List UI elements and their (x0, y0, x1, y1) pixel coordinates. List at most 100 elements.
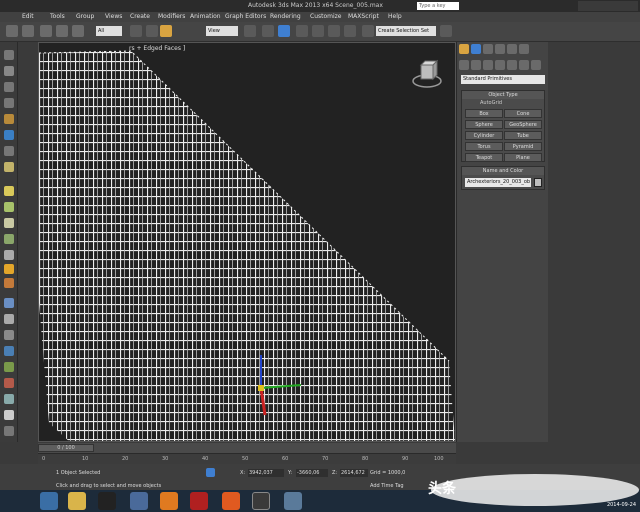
lights-icon[interactable] (483, 60, 493, 70)
tube-button[interactable]: Tube (504, 131, 542, 140)
select-move-icon[interactable] (160, 25, 172, 37)
teapot-button[interactable]: Teapot (465, 153, 503, 162)
geometry-icon[interactable] (459, 60, 469, 70)
menu-modifiers[interactable]: Modifiers (158, 13, 185, 20)
menu-graph-editors[interactable]: Graph Editors (225, 13, 266, 20)
tool-icon-15[interactable] (4, 278, 14, 288)
perspective-viewport[interactable]: rs + Edged Faces ] (38, 42, 456, 442)
display-tab-icon[interactable] (507, 44, 517, 54)
menu-customize[interactable]: Customize (310, 13, 342, 20)
search-input[interactable]: Type a key (417, 2, 459, 10)
geosphere-button[interactable]: GeoSphere (504, 120, 542, 129)
rotate-icon[interactable] (244, 25, 256, 37)
tool-icon-22[interactable] (4, 394, 14, 404)
shapes-icon[interactable] (471, 60, 481, 70)
3dsmax-icon[interactable] (252, 492, 270, 510)
undo-icon[interactable] (6, 25, 18, 37)
time-slider[interactable]: 0 / 100 (38, 443, 456, 453)
primitive-category-dropdown[interactable]: Standard Primitives (461, 75, 545, 84)
app-icon[interactable] (284, 492, 302, 510)
helpers-icon[interactable] (507, 60, 517, 70)
hierarchy-tab-icon[interactable] (483, 44, 493, 54)
tool-icon-19[interactable] (4, 346, 14, 356)
tool-icon-13[interactable] (4, 250, 14, 260)
tool-icon-11[interactable] (4, 218, 14, 228)
sphere-button[interactable]: Sphere (465, 120, 503, 129)
menu-rendering[interactable]: Rendering (270, 13, 301, 20)
motion-tab-icon[interactable] (495, 44, 505, 54)
tool-icon-12[interactable] (4, 234, 14, 244)
viewport-label[interactable]: rs + Edged Faces ] (129, 45, 185, 52)
box-button[interactable]: Box (465, 109, 503, 118)
menu-animation[interactable]: Animation (190, 13, 221, 20)
mirror-icon[interactable] (440, 25, 452, 37)
autogrid-checkbox[interactable]: AutoGrid (462, 99, 544, 107)
app-icon[interactable] (98, 492, 116, 510)
menu-help[interactable]: Help (388, 13, 402, 20)
systems-icon[interactable] (531, 60, 541, 70)
lock-selection-icon[interactable] (206, 468, 215, 477)
app-icon[interactable] (190, 492, 208, 510)
ie-icon[interactable] (40, 492, 58, 510)
reference-coordinate-dropdown[interactable]: View (206, 26, 238, 36)
cameras-icon[interactable] (495, 60, 505, 70)
menu-group[interactable]: Group (76, 13, 94, 20)
y-coordinate-field[interactable]: -3660,06 (296, 469, 328, 477)
object-color-swatch[interactable] (534, 178, 542, 187)
select-object-icon[interactable] (130, 25, 142, 37)
tool-icon-2[interactable] (4, 66, 14, 76)
app-icon[interactable] (130, 492, 148, 510)
tool-icon-9[interactable] (4, 186, 14, 196)
scale-icon[interactable] (262, 25, 274, 37)
select-by-name-icon[interactable] (146, 25, 158, 37)
name-color-header[interactable]: Name and Color (462, 167, 544, 175)
tool-icon-20[interactable] (4, 362, 14, 372)
torus-button[interactable]: Torus (465, 142, 503, 151)
tool-icon-7[interactable] (4, 146, 14, 156)
cylinder-button[interactable]: Cylinder (465, 131, 503, 140)
pivot-icon[interactable] (278, 25, 290, 37)
edit-named-selection-icon[interactable] (362, 25, 374, 37)
redo-icon[interactable] (22, 25, 34, 37)
explorer-icon[interactable] (68, 492, 86, 510)
percent-snap-icon[interactable] (328, 25, 340, 37)
pyramid-button[interactable]: Pyramid (504, 142, 542, 151)
tool-icon-10[interactable] (4, 202, 14, 212)
create-tab-icon[interactable] (459, 44, 469, 54)
tool-icon-21[interactable] (4, 378, 14, 388)
tool-icon-6[interactable] (4, 130, 14, 140)
tool-icon-16[interactable] (4, 298, 14, 308)
angle-snap-icon[interactable] (312, 25, 324, 37)
firefox-icon[interactable] (160, 492, 178, 510)
unlink-icon[interactable] (56, 25, 68, 37)
tool-icon-24[interactable] (4, 426, 14, 436)
tool-icon-5[interactable] (4, 114, 14, 124)
menu-create[interactable]: Create (130, 13, 150, 20)
cone-button[interactable]: Cone (504, 109, 542, 118)
named-selection-dropdown[interactable]: Create Selection Set (376, 26, 436, 36)
bind-spacewarp-icon[interactable] (72, 25, 84, 37)
object-name-field[interactable]: Archexteriors_20_003_ob (465, 178, 531, 187)
tool-icon-8[interactable] (4, 162, 14, 172)
tool-icon-17[interactable] (4, 314, 14, 324)
spacewarps-icon[interactable] (519, 60, 529, 70)
modify-tab-icon[interactable] (471, 44, 481, 54)
tool-icon-3[interactable] (4, 82, 14, 92)
tool-icon-4[interactable] (4, 98, 14, 108)
menu-tools[interactable]: Tools (50, 13, 65, 20)
utilities-tab-icon[interactable] (519, 44, 529, 54)
trackbar[interactable]: 0 10 20 30 40 50 60 70 80 90 100 (38, 453, 456, 464)
tool-icon-18[interactable] (4, 330, 14, 340)
viewcube-icon[interactable] (411, 59, 443, 91)
tool-icon-23[interactable] (4, 410, 14, 420)
menu-views[interactable]: Views (105, 13, 122, 20)
link-icon[interactable] (40, 25, 52, 37)
tool-icon-1[interactable] (4, 50, 14, 60)
snap-icon[interactable] (296, 25, 308, 37)
time-slider-thumb[interactable]: 0 / 100 (38, 444, 94, 452)
add-time-tag-button[interactable]: Add Time Tag (370, 483, 404, 489)
object-type-header[interactable]: Object Type (462, 91, 544, 99)
selection-filter-dropdown[interactable]: All (96, 26, 122, 36)
spinner-snap-icon[interactable] (344, 25, 356, 37)
plane-button[interactable]: Plane (504, 153, 542, 162)
